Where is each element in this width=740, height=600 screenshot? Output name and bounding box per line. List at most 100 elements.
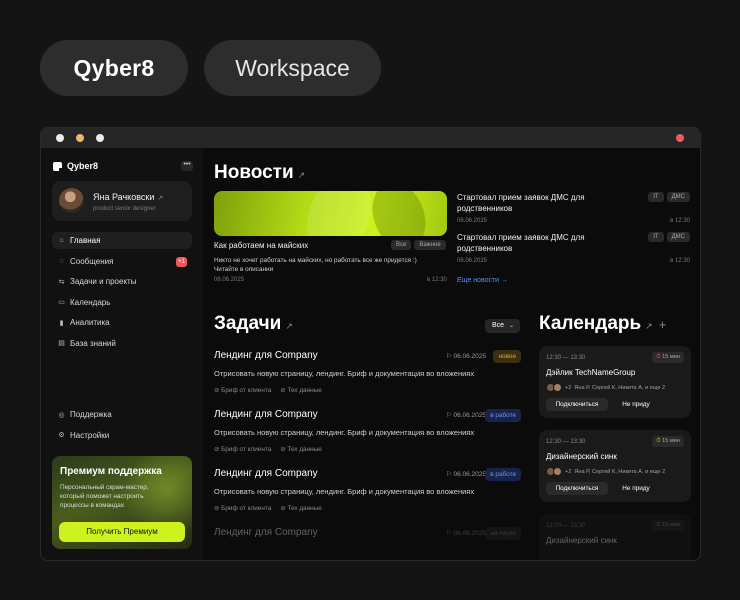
event-participants: +2 Яна Р, Сергей К, Никита А. и еще 2 [546, 383, 665, 392]
sidebar-item-settings[interactable]: ⚙ Настройки [52, 427, 192, 444]
event-title: Дэйлик TechNameGroup [546, 368, 636, 377]
news-title[interactable]: Новости ↗ [214, 162, 305, 184]
add-event-icon[interactable]: + [659, 317, 667, 332]
news-tag[interactable]: IT [648, 192, 664, 202]
participant-count: +2 [565, 384, 572, 391]
more-options-button[interactable]: ••• [181, 161, 193, 171]
attachment-link[interactable]: ⊘ Тех данные [280, 504, 322, 512]
event-title: Дизайнерский синк [546, 536, 617, 545]
sidebar-item-calendar[interactable]: ▭ Календарь [52, 294, 192, 311]
attachment-link[interactable]: ⊘ Тех данные [280, 445, 322, 453]
sidebar-item-tasks[interactable]: ⇆ Задачи и проекты [52, 273, 192, 290]
participant-names: Яна Р, Сергей К, Никита А. и еще 2 [574, 384, 666, 391]
news-tag[interactable]: IT [648, 232, 664, 242]
news-item-title: Стартовал прием заявок ДМС для родственн… [457, 193, 585, 213]
app-window: Qyber8 ••• Яна Рачковски ↗ product senior… [40, 127, 701, 561]
task-card[interactable]: Лендинг для Company ⚐ 06.06.2025 в работ… [214, 409, 521, 461]
sidebar-item-label: Календарь [70, 297, 111, 307]
tasks-filter-select[interactable]: Все ⌄ [485, 319, 520, 333]
news-cover-image[interactable] [214, 191, 447, 236]
sidebar-item-label: Главная [70, 236, 101, 245]
task-card[interactable]: Лендинг для Company ⚐ 06.06.2025 новое О… [214, 350, 521, 402]
settings-icon: ⚙ [58, 432, 65, 439]
arrow-up-right-icon: ↗ [297, 170, 306, 180]
premium-card: Премиум поддержка Персональный скрам-мас… [52, 456, 192, 549]
sidebar-item-label: Поддержка [70, 410, 112, 419]
task-desc: Отрисовать новую страницу, лендинг. Бриф… [214, 369, 475, 378]
avatar [553, 467, 562, 476]
calendar-event[interactable]: 12:30 — 13:30 ⏱ 15 мин Дизайнерский синк [539, 514, 691, 560]
sidebar-logo-text: Qyber8 [67, 161, 99, 171]
calendar-event[interactable]: 12:30 — 13:30 ⏱ 15 мин Дэйлик TechNameGr… [539, 346, 691, 418]
task-attachments: ⊘ Бриф от клиента ⊘ Тех данные [214, 504, 322, 512]
sidebar-item-label: Аналитика [70, 318, 110, 327]
attachment-link[interactable]: ⊘ Бриф от клиента [214, 386, 271, 394]
join-button[interactable]: Подключиться [546, 398, 608, 411]
task-date: ⚐ 06.06.2025 [445, 353, 486, 360]
sidebar-item-support[interactable]: ◎ Поддержка [52, 406, 192, 423]
status-badge: в работе [485, 409, 521, 422]
news-main-title[interactable]: Как работаем на майских [214, 241, 308, 250]
calendar-event[interactable]: 12:30 — 13:30 ⏱ 15 мин Дизайнерский синк… [539, 430, 691, 502]
brand-pill: Qyber8 [40, 40, 188, 96]
task-title: Лендинг для Company [214, 350, 318, 361]
attachment-link[interactable]: ⊘ Тех данные [280, 386, 322, 394]
task-card[interactable]: Лендинг для Company ⚐ 06.06.2025 на пауз… [214, 527, 521, 560]
news-item-time: в 12:30 [670, 258, 690, 264]
news-item-title: Стартовал прием заявок ДМС для родственн… [457, 233, 585, 253]
window-dot-icon[interactable] [96, 134, 104, 142]
arrow-up-right-icon: ↗ [157, 195, 164, 202]
premium-title: Премиум поддержка [60, 466, 162, 477]
status-badge: на паузе [485, 527, 521, 540]
sidebar-logo[interactable]: Qyber8 [53, 161, 99, 172]
task-card[interactable]: Лендинг для Company ⚐ 06.06.2025 в работ… [214, 468, 521, 520]
news-main-time: в 12:30 [427, 277, 447, 283]
news-main-desc: Никто не хочет работать на майских, но р… [214, 257, 417, 273]
attachment-link[interactable]: ⊘ Бриф от клиента [214, 504, 271, 512]
news-tag[interactable]: ДМС [666, 232, 690, 242]
decline-button[interactable]: Не приду [613, 398, 659, 411]
sidebar-item-analytics[interactable]: ▮ Аналитика [52, 314, 192, 331]
sidebar-item-knowledge-base[interactable]: ▤ База знаний [52, 335, 192, 352]
attachment-link[interactable]: ⊘ Бриф от клиента [214, 445, 271, 453]
news-item[interactable]: Стартовал прием заявок ДМС для родственн… [457, 232, 690, 268]
more-news-link[interactable]: Еще новости → [457, 277, 508, 284]
get-premium-button[interactable]: Получить Премиум [59, 522, 185, 542]
task-date: ⚐ 06.06.2025 [445, 471, 486, 478]
arrow-up-right-icon: ↗ [285, 321, 293, 331]
news-main-date: 06.06.2025 [214, 277, 245, 283]
decline-button[interactable]: Не приду [613, 482, 659, 495]
news-item-date: 06.06.2025 [457, 218, 488, 224]
profile-card[interactable]: Яна Рачковски ↗ product senior designer [52, 181, 192, 221]
news-tag[interactable]: Важное [414, 240, 446, 250]
event-duration: ⏱ 15 мин [652, 436, 684, 447]
sidebar-bottom-nav: ◎ Поддержка ⚙ Настройки [52, 406, 192, 447]
news-item[interactable]: Стартовал прием заявок ДМС для родственн… [457, 192, 690, 228]
window-dot-icon[interactable] [56, 134, 64, 142]
status-badge: в работе [485, 468, 521, 481]
task-desc: Отрисовать новую страницу, лендинг. Бриф… [214, 428, 475, 437]
task-attachments: ⊘ Бриф от клиента ⊘ Тех данные [214, 445, 322, 453]
task-desc: Отрисовать новую страницу, лендинг. Бриф… [214, 487, 475, 496]
message-icon: ◌ [59, 257, 64, 265]
avatar [553, 383, 562, 392]
event-participants: +2 Яна Р, Сергей К, Никита А. и еще 2 [546, 467, 665, 476]
news-tag[interactable]: ДМС [666, 192, 690, 202]
logo-icon [53, 161, 63, 172]
news-item-time: в 12:30 [670, 218, 690, 224]
sidebar-item-messages[interactable]: ◌ Сообщения +1 [52, 253, 192, 270]
news-item-tags: IT ДМС [648, 232, 690, 242]
window-close-dot-icon[interactable] [676, 134, 684, 142]
join-button[interactable]: Подключиться [546, 482, 608, 495]
tasks-title[interactable]: Задачи ↗ [214, 313, 293, 335]
window-dot-icon[interactable] [76, 134, 84, 142]
sidebar-item-label: Настройки [70, 430, 110, 440]
sidebar-item-home[interactable]: ⌂ Главная [52, 232, 192, 249]
event-time: 12:30 — 13:30 [546, 523, 586, 529]
sidebar-header: Qyber8 ••• [53, 159, 193, 173]
sidebar-item-label: Сообщения [70, 256, 114, 266]
news-item-date: 06.06.2025 [457, 258, 488, 264]
news-tag[interactable]: Все [391, 240, 412, 250]
participant-names: Яна Р, Сергей К, Никита А. и еще 2 [574, 468, 666, 475]
calendar-title[interactable]: Календарь ↗ + [539, 313, 666, 335]
